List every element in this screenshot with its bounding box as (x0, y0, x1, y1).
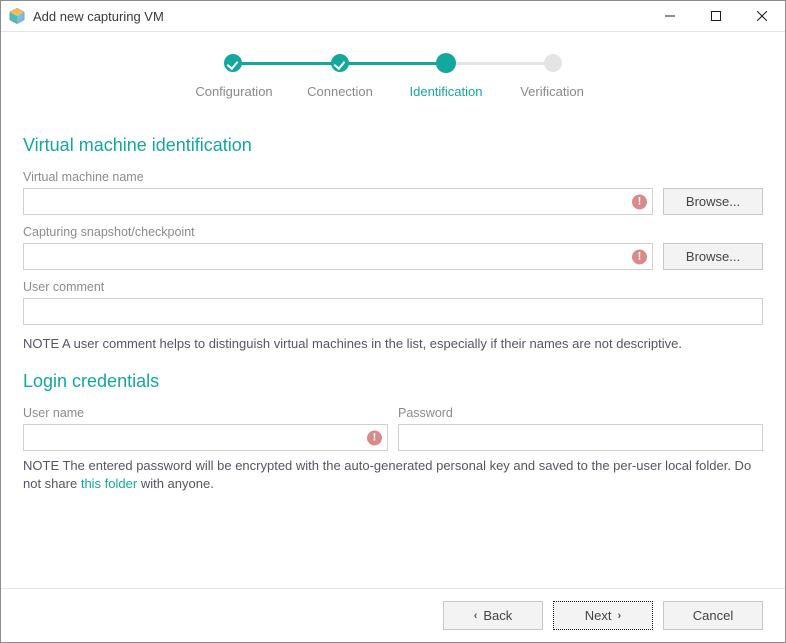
cancel-button[interactable]: Cancel (663, 601, 763, 630)
vm-name-browse-button[interactable]: Browse... (663, 188, 763, 215)
password-input[interactable] (398, 424, 763, 451)
close-button[interactable] (739, 1, 785, 31)
this-folder-link[interactable]: this folder (81, 476, 137, 491)
step-node-connection[interactable] (331, 54, 349, 72)
wizard-window: Add new capturing VM Configuration Conne… (0, 0, 786, 643)
password-label: Password (398, 406, 763, 420)
vm-name-label: Virtual machine name (23, 170, 763, 184)
maximize-button[interactable] (693, 1, 739, 31)
login-note-post: with anyone. (137, 476, 214, 491)
step-label-connection: Connection (287, 84, 393, 99)
window-title: Add new capturing VM (33, 9, 164, 24)
step-node-verification[interactable] (544, 54, 562, 72)
error-icon (632, 249, 647, 264)
maximize-icon (711, 11, 721, 21)
step-label-verification: Verification (499, 84, 605, 99)
back-button-label: Back (483, 608, 512, 623)
titlebar: Add new capturing VM (1, 1, 785, 32)
username-input[interactable] (23, 424, 388, 451)
step-node-identification[interactable] (436, 53, 456, 73)
login-heading: Login credentials (23, 371, 763, 392)
next-button-label: Next (585, 608, 612, 623)
wizard-body: Virtual machine identification Virtual m… (1, 109, 785, 588)
step-node-configuration[interactable] (224, 54, 242, 72)
app-icon (9, 8, 25, 24)
wizard-stepper: Configuration Connection Identification … (1, 32, 785, 109)
snapshot-browse-button[interactable]: Browse... (663, 243, 763, 270)
back-button[interactable]: ‹ Back (443, 601, 543, 630)
cancel-button-label: Cancel (693, 608, 733, 623)
step-label-configuration: Configuration (181, 84, 287, 99)
chevron-left-icon: ‹ (474, 610, 478, 622)
error-icon (632, 194, 647, 209)
step-label-identification: Identification (393, 84, 499, 99)
snapshot-label: Capturing snapshot/checkpoint (23, 225, 763, 239)
minimize-icon (665, 11, 675, 21)
next-button[interactable]: Next › (553, 601, 653, 630)
close-icon (757, 11, 767, 21)
error-icon (367, 430, 382, 445)
chevron-right-icon: › (618, 610, 622, 622)
identification-note: NOTE A user comment helps to distinguish… (23, 335, 763, 353)
snapshot-input[interactable] (23, 243, 653, 270)
minimize-button[interactable] (647, 1, 693, 31)
login-note: NOTE The entered password will be encryp… (23, 457, 763, 493)
username-label: User name (23, 406, 388, 420)
identification-heading: Virtual machine identification (23, 135, 763, 156)
comment-input[interactable] (23, 298, 763, 325)
comment-label: User comment (23, 280, 763, 294)
wizard-footer: ‹ Back Next › Cancel (1, 588, 785, 642)
vm-name-input[interactable] (23, 188, 653, 215)
